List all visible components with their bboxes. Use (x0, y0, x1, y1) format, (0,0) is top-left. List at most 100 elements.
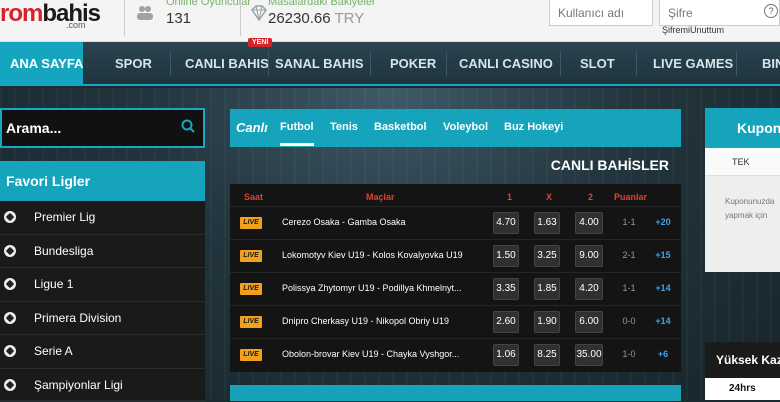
live-matches-table: Saat Maçlar 1 X 2 Puanlar LIVE Cerezo Os… (230, 184, 681, 372)
odd-home[interactable]: 2.60 (493, 311, 519, 333)
league-label: Premier Lig (34, 210, 95, 224)
high-winnings-period[interactable]: 24hrs (705, 378, 780, 400)
odd-draw[interactable]: 3.25 (534, 245, 560, 267)
nav-live-games[interactable]: LIVE GAMES (653, 42, 733, 86)
match-row[interactable]: LIVE Lokomotyv Kiev U19 - Kolos Kovalyov… (230, 239, 681, 271)
football-icon (4, 312, 16, 324)
match-name[interactable]: Lokomotyv Kiev U19 - Kolos Kovalyovka U1… (282, 250, 480, 260)
match-name[interactable]: Obolon-brovar Kiev U19 - Chayka Vyshgor.… (282, 349, 480, 359)
nav-sports[interactable]: SPOR (115, 42, 152, 86)
nav-divider (636, 52, 637, 76)
match-score: 0-0 (616, 316, 642, 326)
match-row[interactable]: LIVE Obolon-brovar Kiev U19 - Chayka Vys… (230, 338, 681, 370)
nav-divider (736, 52, 737, 76)
match-row[interactable]: LIVE Polissya Zhytomyr U19 - Podillya Kh… (230, 272, 681, 304)
odd-draw[interactable]: 1.63 (534, 212, 560, 234)
diamond-icon (250, 4, 268, 22)
nav-poker[interactable]: POKER (390, 42, 436, 86)
league-label: Serie A (34, 344, 73, 358)
col-time: Saat (244, 192, 263, 202)
tab-basketball[interactable]: Basketbol (374, 121, 427, 133)
nav-bingo[interactable]: BIN (762, 42, 780, 86)
more-bets-link[interactable]: +6 (648, 349, 678, 359)
online-players-label: Online Oyuncular (166, 0, 251, 8)
users-icon (136, 4, 154, 22)
match-score: 1-0 (616, 349, 642, 359)
match-name[interactable]: Polissya Zhytomyr U19 - Podillya Khmelny… (282, 283, 480, 293)
logo-domain: .com (66, 20, 86, 30)
league-label: Primera Division (34, 311, 121, 325)
live-badge: LIVE (240, 217, 262, 229)
coupon-empty-message: Kuponunuzda yapmak için (725, 195, 780, 223)
more-bets-link[interactable]: +14 (648, 283, 678, 293)
high-winnings-title: Yüksek Kazanç (705, 342, 780, 378)
league-item[interactable]: Bundesliga (0, 235, 205, 269)
league-item[interactable]: Serie A (0, 335, 205, 369)
league-item[interactable]: Ligue 1 (0, 268, 205, 302)
favorite-leagues-list: Premier Lig Bundesliga Ligue 1 Primera D… (0, 201, 205, 400)
favorite-leagues-title: Favori Ligler (0, 161, 205, 201)
football-icon (4, 345, 16, 357)
tab-football[interactable]: Futbol (280, 121, 314, 146)
league-item[interactable]: Şampiyonlar Ligi (0, 369, 205, 402)
username-input[interactable] (549, 0, 653, 26)
nav-live-betting[interactable]: CANLI BAHIS (185, 42, 269, 86)
balance-amount: 26230.66 (268, 10, 331, 27)
odd-away[interactable]: 4.00 (575, 212, 603, 234)
search-icon[interactable] (181, 119, 195, 133)
tab-single[interactable]: TEK (705, 148, 780, 176)
tab-tennis[interactable]: Tenis (330, 121, 358, 133)
league-label: Bundesliga (34, 244, 93, 258)
tab-ice-hockey[interactable]: Buz Hokeyi (504, 121, 563, 133)
league-item[interactable]: Primera Division (0, 302, 205, 336)
coupon-body: TEK Kuponunuzda yapmak için (705, 148, 780, 272)
nav-live-casino[interactable]: CANLI CASINO (459, 42, 553, 86)
league-item[interactable]: Premier Lig (0, 201, 205, 235)
odd-home[interactable]: 3.35 (493, 278, 519, 300)
help-icon[interactable]: ? (764, 4, 778, 18)
odd-home[interactable]: 1.50 (493, 245, 519, 267)
odd-draw[interactable]: 8.25 (534, 344, 560, 366)
tab-volleyball[interactable]: Voleybol (443, 121, 488, 133)
match-row[interactable]: LIVE Dnipro Cherkasy U19 - Nikopol Obriy… (230, 305, 681, 337)
sport-tabs: Canlı Futbol Tenis Basketbol Voleybol Bu… (230, 109, 681, 147)
panel-footer-bar (230, 385, 681, 401)
main-nav: ANA SAYFA SPOR CANLI BAHIS YENİ SANAL BA… (0, 42, 780, 86)
nav-home[interactable]: ANA SAYFA (0, 42, 83, 86)
more-bets-link[interactable]: +15 (648, 250, 678, 260)
odd-draw[interactable]: 1.90 (534, 311, 560, 333)
coupon-title: Kuponum (705, 108, 780, 148)
match-row[interactable]: LIVE Cerezo Osaka - Gamba Osaka 4.70 1.6… (230, 206, 681, 238)
odd-home[interactable]: 1.06 (493, 344, 519, 366)
balance-value: 26230.66 TRY (268, 10, 364, 27)
more-bets-link[interactable]: +14 (648, 316, 678, 326)
new-badge: YENİ (248, 38, 272, 47)
odd-away[interactable]: 35.00 (575, 344, 603, 366)
odd-home[interactable]: 4.70 (493, 212, 519, 234)
balance-currency: TRY (334, 10, 364, 27)
match-name[interactable]: Cerezo Osaka - Gamba Osaka (282, 217, 480, 227)
forgot-password-link[interactable]: ŞifremiUnuttum (662, 25, 724, 35)
live-bets-title: CANLI BAHİSLER (230, 157, 669, 173)
balance-label: Masalardaki Bakiyeler (268, 0, 376, 8)
odd-draw[interactable]: 1.85 (534, 278, 560, 300)
match-name[interactable]: Dnipro Cherkasy U19 - Nikopol Obriy U19 (282, 316, 480, 326)
search-box (0, 108, 205, 148)
col-draw: X (546, 192, 552, 202)
live-badge: LIVE (240, 349, 262, 361)
password-input[interactable] (659, 0, 780, 26)
nav-virtual-betting[interactable]: SANAL BAHIS (275, 42, 364, 86)
logo-red-text: rom (0, 0, 42, 27)
online-players-count: 131 (166, 10, 191, 27)
nav-divider (268, 52, 269, 76)
col-home: 1 (507, 192, 512, 202)
nav-divider (170, 52, 171, 76)
search-input[interactable] (6, 110, 176, 146)
odd-away[interactable]: 6.00 (575, 311, 603, 333)
odd-away[interactable]: 9.00 (575, 245, 603, 267)
odd-away[interactable]: 4.20 (575, 278, 603, 300)
match-score: 1-1 (616, 283, 642, 293)
live-badge: LIVE (240, 250, 262, 262)
nav-slot[interactable]: SLOT (580, 42, 615, 86)
more-bets-link[interactable]: +20 (648, 217, 678, 227)
